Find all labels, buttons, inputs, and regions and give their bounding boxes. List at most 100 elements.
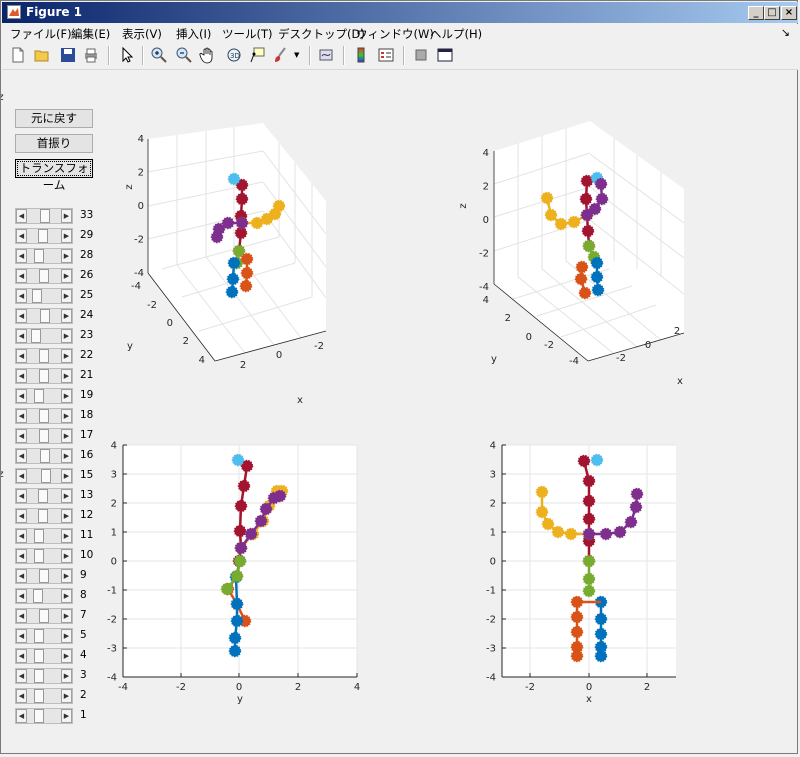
x-tick-label: 2 — [644, 682, 650, 693]
spine-joint — [237, 479, 251, 493]
window-title: Figure 1 — [26, 5, 83, 19]
right-arm-joint — [235, 216, 249, 230]
right-arm-joint — [630, 487, 644, 501]
right-arm-joint — [613, 525, 627, 539]
left-leg-joint — [590, 256, 604, 270]
figure-axes-canvas[interactable]: -4-202443210-1-2-3-4yz-20243210-1-2-3-4x… — [1, 57, 799, 757]
left-arm-joint — [535, 505, 549, 519]
z-axis-label: z — [1, 469, 4, 480]
left-leg-joint — [226, 272, 240, 286]
dock-arrow-icon[interactable]: ↘ — [781, 26, 790, 39]
y-tick-label: -1 — [486, 586, 496, 597]
left-arm-joint — [551, 525, 565, 539]
z-tick-label: 4 — [483, 148, 489, 159]
z-tick-label: -4 — [134, 268, 144, 279]
right-arm-joint — [595, 192, 609, 206]
y-tick-label: 0 — [167, 318, 173, 329]
y-tick-label: 3 — [111, 470, 117, 481]
y-tick-label: -2 — [486, 615, 496, 626]
y-tick-label: -1 — [107, 586, 117, 597]
menu-edit[interactable]: 編集(E) — [71, 26, 110, 42]
pelvis-joint — [230, 569, 244, 583]
y-tick-label: -4 — [107, 673, 117, 684]
left-arm-joint — [544, 208, 558, 222]
left-arm-joint — [564, 527, 578, 541]
right-leg-joint — [240, 252, 254, 266]
spine-joint — [582, 494, 596, 508]
z-tick-label: -2 — [479, 249, 489, 260]
minimize-button[interactable]: _ — [748, 6, 764, 20]
right-leg-joint — [578, 286, 592, 300]
y-tick-label: 1 — [111, 528, 117, 539]
menu-desktop[interactable]: デスクトップ(D) — [278, 26, 365, 42]
y-tick-label: 4 — [111, 441, 117, 452]
figure-window: Figure 1 _ □ × ファイル(F) 編集(E) 表示(V) 挿入(I)… — [0, 0, 798, 754]
right-leg-joint — [570, 625, 584, 639]
pelvis-joint — [582, 554, 596, 568]
left-leg-joint — [228, 644, 242, 658]
head — [231, 453, 245, 467]
right-arm-joint — [624, 515, 638, 529]
spine-joint — [233, 524, 247, 538]
head — [590, 453, 604, 467]
menu-tools[interactable]: ツール(T) — [222, 26, 273, 42]
left-arm-joint — [554, 217, 568, 231]
right-arm-joint — [221, 216, 235, 230]
title-bar: Figure 1 _ □ × — [2, 2, 798, 23]
x-axis-label: x — [297, 395, 303, 406]
left-leg-joint — [230, 597, 244, 611]
x-tick-label: 0 — [236, 682, 242, 693]
right-leg-joint — [240, 266, 254, 280]
z-tick-label: -2 — [134, 235, 144, 246]
pelvis-joint — [582, 239, 596, 253]
menu-view[interactable]: 表示(V) — [122, 26, 162, 42]
menu-window[interactable]: ウィンドウ(W) — [356, 26, 434, 42]
x-tick-label: 0 — [645, 340, 651, 351]
x-tick-label: 2 — [674, 326, 680, 337]
y-tick-label: 1 — [490, 528, 496, 539]
spine-joint — [582, 512, 596, 526]
menu-help[interactable]: ヘルプ(H) — [430, 26, 482, 42]
pelvis-joint — [582, 572, 596, 586]
right-leg-joint — [570, 610, 584, 624]
z-tick-label: -4 — [479, 282, 489, 293]
menu-insert[interactable]: 挿入(I) — [176, 26, 211, 42]
right-arm-joint — [244, 527, 258, 541]
spine-joint — [240, 459, 254, 473]
y-axis-label: y — [127, 341, 133, 352]
z-tick-label: 2 — [483, 182, 489, 193]
left-leg-joint — [594, 627, 608, 641]
right-arm-joint — [629, 500, 643, 514]
left-arm-joint — [541, 517, 555, 531]
right-leg-joint — [570, 649, 584, 663]
x-tick-label: -2 — [525, 682, 535, 693]
menu-file[interactable]: ファイル(F) — [10, 26, 72, 42]
y-tick-label: 2 — [490, 499, 496, 510]
y-tick-label: 3 — [490, 470, 496, 481]
x-tick-label: 0 — [586, 682, 592, 693]
z-tick-label: 0 — [138, 201, 144, 212]
spine-joint — [577, 454, 591, 468]
y-tick-label: 0 — [526, 332, 532, 343]
spine-joint — [581, 224, 595, 238]
y-tick-label: 2 — [183, 336, 189, 347]
z-axis-label: z — [458, 203, 469, 208]
left-leg-joint — [590, 270, 604, 284]
left-arm-joint — [540, 191, 554, 205]
left-leg-joint — [225, 285, 239, 299]
spine-joint — [235, 192, 249, 206]
right-leg-joint — [239, 279, 253, 293]
menu-bar: ファイル(F) 編集(E) 表示(V) 挿入(I) ツール(T) デスクトップ(… — [2, 24, 798, 42]
head — [227, 172, 241, 186]
y-tick-label: 0 — [111, 557, 117, 568]
y-tick-label: -2 — [544, 340, 554, 351]
close-button[interactable]: × — [781, 6, 797, 20]
right-arm-joint — [594, 177, 608, 191]
y-tick-label: 4 — [199, 355, 205, 366]
y-tick-label: -3 — [486, 644, 496, 655]
maximize-button[interactable]: □ — [764, 6, 780, 20]
left-leg-joint — [594, 649, 608, 663]
left-leg-joint — [228, 631, 242, 645]
right-arm-joint — [259, 502, 273, 516]
x-tick-label: 0 — [276, 350, 282, 361]
